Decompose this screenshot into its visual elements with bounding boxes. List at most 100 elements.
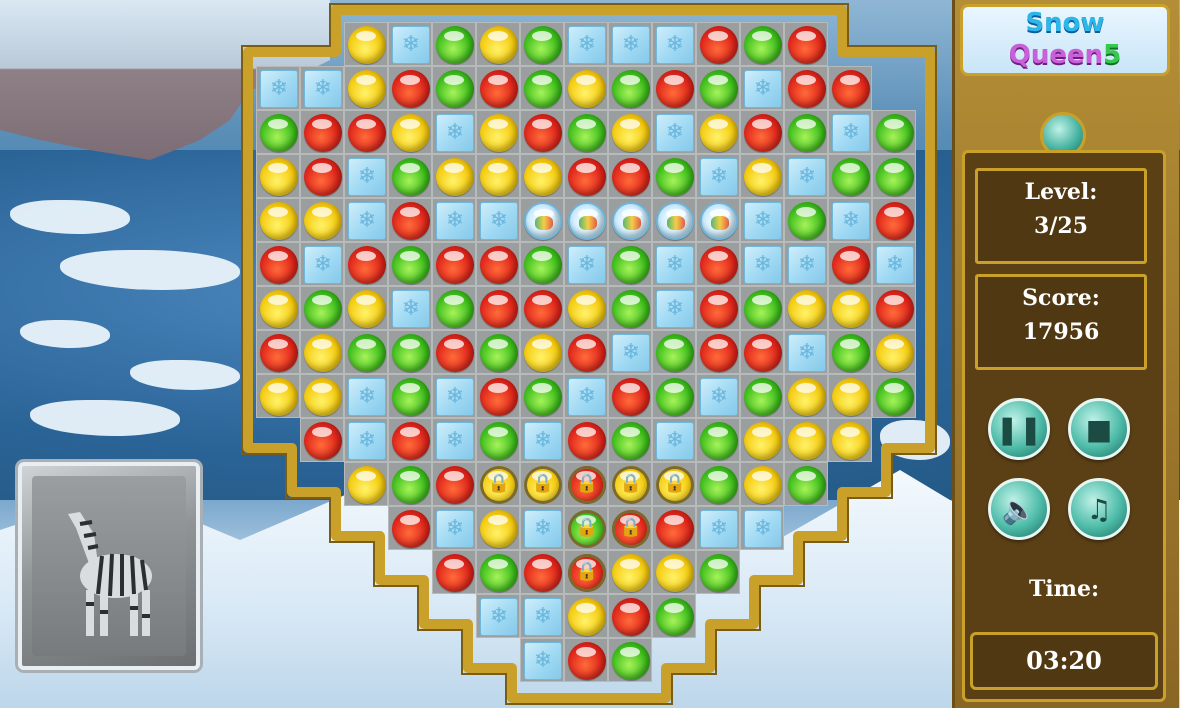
- sound-button[interactable]: 🔈: [988, 478, 1050, 540]
- red-gem[interactable]: [568, 642, 606, 680]
- red-gem[interactable]: [700, 246, 738, 284]
- green-gem[interactable]: [700, 554, 738, 592]
- red-gem[interactable]: [260, 246, 298, 284]
- yellow-gem[interactable]: [612, 554, 650, 592]
- red-gem[interactable]: [612, 158, 650, 196]
- music-button[interactable]: ♫: [1068, 478, 1130, 540]
- red-gem[interactable]: [392, 422, 430, 460]
- red-gem[interactable]: [480, 246, 518, 284]
- green-gem[interactable]: [612, 642, 650, 680]
- frozen-gem[interactable]: [700, 202, 738, 240]
- yellow-gem[interactable]: [568, 598, 606, 636]
- green-gem[interactable]: [612, 290, 650, 328]
- green-gem[interactable]: [876, 114, 914, 152]
- green-gem[interactable]: [612, 246, 650, 284]
- red-gem[interactable]: [788, 70, 826, 108]
- yellow-gem[interactable]: [348, 26, 386, 64]
- yellow-gem[interactable]: [832, 290, 870, 328]
- red-gem[interactable]: [436, 246, 474, 284]
- green-gem[interactable]: [656, 378, 694, 416]
- red-gem[interactable]: [436, 334, 474, 372]
- green-gem[interactable]: [788, 114, 826, 152]
- green-gem[interactable]: [656, 598, 694, 636]
- red-gem[interactable]: [348, 246, 386, 284]
- red-gem[interactable]: [876, 202, 914, 240]
- locked-gem[interactable]: [480, 466, 518, 504]
- green-gem[interactable]: [876, 378, 914, 416]
- locked-gem[interactable]: [568, 554, 606, 592]
- locked-gem[interactable]: [656, 466, 694, 504]
- red-gem[interactable]: [656, 510, 694, 548]
- yellow-gem[interactable]: [304, 202, 342, 240]
- green-gem[interactable]: [744, 290, 782, 328]
- yellow-gem[interactable]: [744, 158, 782, 196]
- yellow-gem[interactable]: [832, 378, 870, 416]
- yellow-gem[interactable]: [568, 70, 606, 108]
- yellow-gem[interactable]: [480, 114, 518, 152]
- yellow-gem[interactable]: [480, 26, 518, 64]
- yellow-gem[interactable]: [568, 290, 606, 328]
- yellow-gem[interactable]: [832, 422, 870, 460]
- red-gem[interactable]: [304, 422, 342, 460]
- green-gem[interactable]: [612, 70, 650, 108]
- yellow-gem[interactable]: [436, 158, 474, 196]
- red-gem[interactable]: [304, 158, 342, 196]
- green-gem[interactable]: [480, 334, 518, 372]
- yellow-gem[interactable]: [480, 158, 518, 196]
- green-gem[interactable]: [392, 466, 430, 504]
- red-gem[interactable]: [568, 334, 606, 372]
- green-gem[interactable]: [304, 290, 342, 328]
- green-gem[interactable]: [788, 466, 826, 504]
- frozen-gem[interactable]: [656, 202, 694, 240]
- green-gem[interactable]: [348, 334, 386, 372]
- green-gem[interactable]: [436, 70, 474, 108]
- red-gem[interactable]: [700, 290, 738, 328]
- green-gem[interactable]: [392, 378, 430, 416]
- red-gem[interactable]: [524, 114, 562, 152]
- red-gem[interactable]: [612, 598, 650, 636]
- green-gem[interactable]: [436, 26, 474, 64]
- yellow-gem[interactable]: [524, 334, 562, 372]
- red-gem[interactable]: [480, 378, 518, 416]
- green-gem[interactable]: [656, 334, 694, 372]
- red-gem[interactable]: [304, 114, 342, 152]
- green-gem[interactable]: [700, 466, 738, 504]
- green-gem[interactable]: [788, 202, 826, 240]
- red-gem[interactable]: [436, 554, 474, 592]
- locked-gem[interactable]: [568, 510, 606, 548]
- yellow-gem[interactable]: [480, 510, 518, 548]
- red-gem[interactable]: [612, 378, 650, 416]
- red-gem[interactable]: [832, 70, 870, 108]
- green-gem[interactable]: [392, 158, 430, 196]
- green-gem[interactable]: [656, 158, 694, 196]
- restart-button[interactable]: ■: [1068, 398, 1130, 460]
- red-gem[interactable]: [480, 290, 518, 328]
- red-gem[interactable]: [260, 334, 298, 372]
- red-gem[interactable]: [744, 114, 782, 152]
- red-gem[interactable]: [524, 290, 562, 328]
- red-gem[interactable]: [568, 158, 606, 196]
- yellow-gem[interactable]: [260, 158, 298, 196]
- locked-gem[interactable]: [524, 466, 562, 504]
- red-gem[interactable]: [524, 554, 562, 592]
- red-gem[interactable]: [480, 70, 518, 108]
- red-gem[interactable]: [392, 70, 430, 108]
- yellow-gem[interactable]: [788, 422, 826, 460]
- green-gem[interactable]: [700, 422, 738, 460]
- green-gem[interactable]: [260, 114, 298, 152]
- yellow-gem[interactable]: [348, 70, 386, 108]
- red-gem[interactable]: [656, 70, 694, 108]
- red-gem[interactable]: [568, 422, 606, 460]
- red-gem[interactable]: [348, 114, 386, 152]
- green-gem[interactable]: [392, 246, 430, 284]
- frozen-gem[interactable]: [612, 202, 650, 240]
- red-gem[interactable]: [700, 26, 738, 64]
- green-gem[interactable]: [700, 70, 738, 108]
- yellow-gem[interactable]: [260, 290, 298, 328]
- frozen-gem[interactable]: [568, 202, 606, 240]
- red-gem[interactable]: [700, 334, 738, 372]
- locked-gem[interactable]: [612, 466, 650, 504]
- green-gem[interactable]: [612, 422, 650, 460]
- green-gem[interactable]: [436, 290, 474, 328]
- yellow-gem[interactable]: [260, 202, 298, 240]
